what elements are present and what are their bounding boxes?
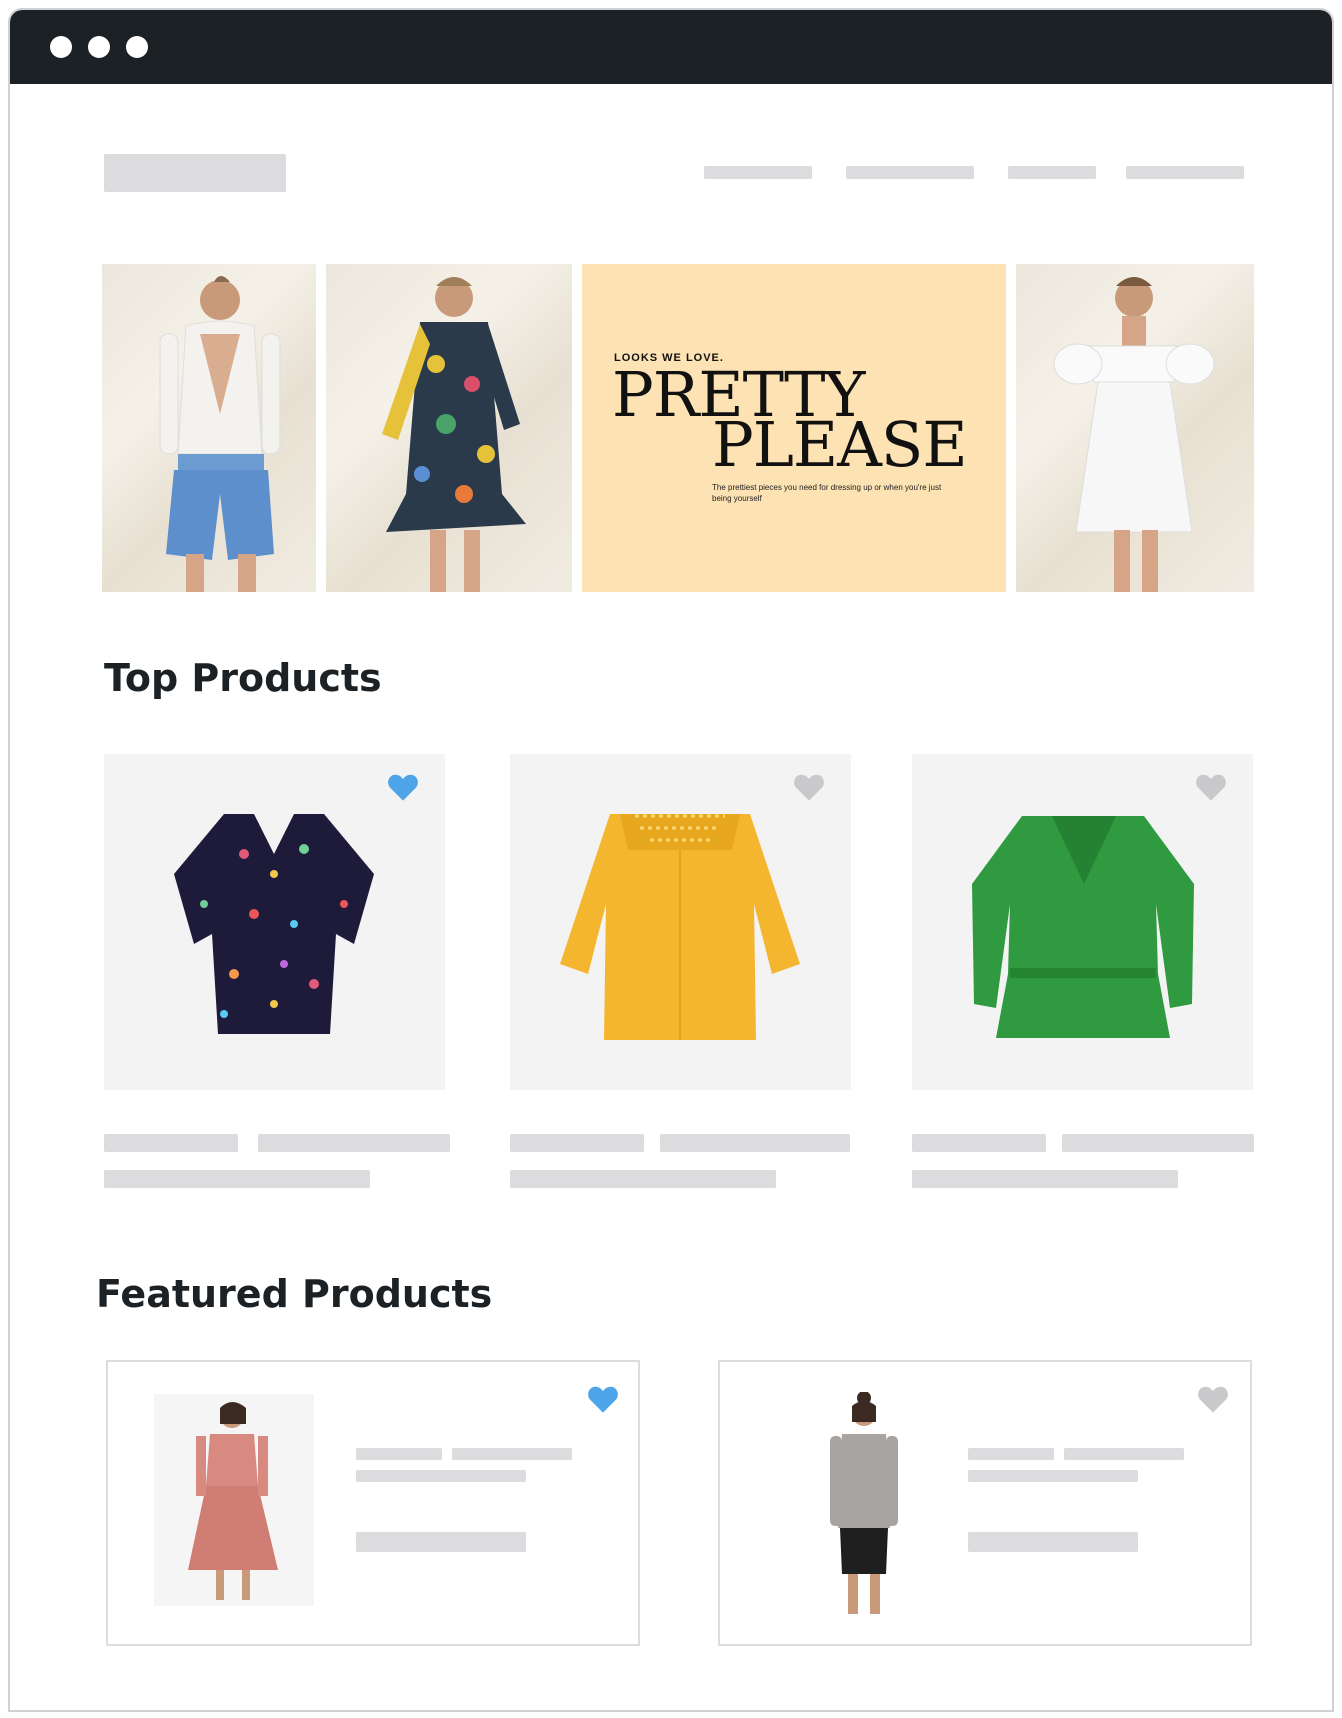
product-name-placeholder [258, 1134, 450, 1152]
product-price-placeholder [104, 1170, 370, 1188]
nav-link-placeholder[interactable] [1008, 166, 1096, 179]
product-subtitle-placeholder [356, 1470, 526, 1482]
banner-promo-tile[interactable]: LOOKS WE LOVE. PRETTY PLEASE The prettie… [582, 264, 1006, 592]
product-name-placeholder [1062, 1134, 1254, 1152]
top-products-heading: Top Products [104, 656, 382, 700]
yellow-blouse-illustration [560, 814, 800, 1040]
window-control-dot[interactable] [88, 36, 110, 58]
product-subtitle-placeholder [968, 1470, 1138, 1482]
site-logo-placeholder[interactable] [104, 154, 286, 192]
product-card-image[interactable] [912, 754, 1253, 1090]
product-price-placeholder [356, 1532, 526, 1552]
model-illustration [382, 277, 526, 592]
browser-titlebar [10, 10, 1332, 84]
green-blouse-illustration [972, 816, 1194, 1038]
model-illustration [1053, 277, 1215, 592]
product-name-placeholder [510, 1134, 644, 1152]
nav-link-placeholder[interactable] [1126, 166, 1244, 179]
featured-products-heading: Featured Products [96, 1272, 493, 1316]
product-price-placeholder [968, 1532, 1138, 1552]
browser-window: LOOKS WE LOVE. PRETTY PLEASE The prettie… [8, 8, 1334, 1712]
promo-subtitle: The prettiest pieces you need for dressi… [712, 483, 942, 503]
product-price-placeholder [510, 1170, 776, 1188]
product-name-placeholder [452, 1448, 572, 1460]
favorite-heart-icon[interactable] [792, 772, 826, 802]
product-card-image[interactable] [104, 754, 445, 1090]
pink-dress-model-image [154, 1394, 314, 1606]
window-control-dot[interactable] [126, 36, 148, 58]
favorite-heart-icon[interactable] [386, 772, 420, 802]
banner-model-photo-white-dress[interactable] [1016, 264, 1254, 592]
model-illustration [159, 276, 281, 592]
featured-product-card[interactable] [106, 1360, 640, 1646]
product-name-placeholder [356, 1448, 442, 1460]
product-name-placeholder [1064, 1448, 1184, 1460]
featured-product-card[interactable] [718, 1360, 1252, 1646]
floral-blouse-illustration [174, 814, 374, 1034]
nav-link-placeholder[interactable] [704, 166, 812, 179]
product-name-placeholder [660, 1134, 850, 1152]
product-name-placeholder [912, 1134, 1046, 1152]
promo-title-line2: PLEASE [712, 408, 968, 481]
product-name-placeholder [968, 1448, 1054, 1460]
banner-model-photo-lace-top[interactable] [102, 264, 316, 592]
product-price-placeholder [912, 1170, 1178, 1188]
product-name-placeholder [104, 1134, 238, 1152]
grey-sweater-model-image [830, 1392, 898, 1614]
nav-link-placeholder[interactable] [846, 166, 974, 179]
window-control-dot[interactable] [50, 36, 72, 58]
product-card-image[interactable] [510, 754, 851, 1090]
banner-model-photo-floral-dress[interactable] [326, 264, 572, 592]
favorite-heart-icon[interactable] [1194, 772, 1228, 802]
favorite-heart-icon[interactable] [1196, 1384, 1230, 1414]
favorite-heart-icon[interactable] [586, 1384, 620, 1414]
